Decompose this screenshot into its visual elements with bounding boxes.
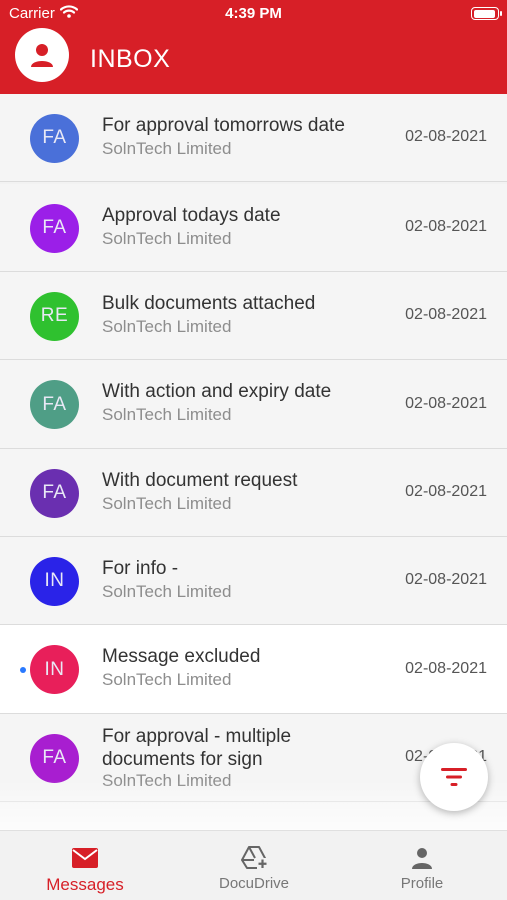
drive-add-icon — [241, 846, 268, 869]
sender-avatar: FA — [30, 203, 79, 253]
message-sender: SolnTech Limited — [102, 229, 232, 248]
message-row[interactable]: FA Approval todays date SolnTech Limited 02… — [0, 184, 507, 272]
tab-bar: Messages DocuDrive Profile — [0, 830, 507, 900]
message-sender: SolnTech Limited — [102, 317, 232, 336]
mail-icon — [72, 848, 98, 868]
status-bar: Carrier 4:39 PM — [0, 0, 507, 28]
message-sender: SolnTech Limited — [102, 582, 232, 601]
sender-avatar: FA — [30, 733, 79, 783]
message-date: 02-08-2021 — [405, 571, 487, 588]
message-sender: SolnTech Limited — [102, 771, 232, 790]
message-row[interactable]: FA With action and expiry date SolnTech Li… — [0, 360, 507, 449]
tab-docudrive-label: DocuDrive — [218, 875, 290, 892]
filter-icon — [441, 768, 467, 786]
message-title: For approval - multiple documents for si… — [102, 726, 292, 770]
message-date: 02-08-2021 — [405, 218, 487, 235]
sender-avatar: FA — [30, 113, 79, 163]
message-title: For info - — [102, 558, 179, 579]
tab-messages-label: Messages — [46, 875, 124, 894]
message-title: With action and expiry date — [102, 381, 332, 402]
message-title: For approval tomorrows date — [102, 115, 345, 136]
message-sender: SolnTech Limited — [102, 670, 232, 689]
message-date: 02-08-2021 — [405, 659, 487, 677]
sender-avatar: FA — [30, 380, 79, 429]
app-header: INBOX — [0, 28, 507, 94]
message-date: 02-08-2021 — [405, 128, 487, 145]
message-sender: SolnTech Limited — [102, 139, 232, 158]
battery-icon — [471, 7, 502, 20]
message-title: With document request — [102, 470, 298, 491]
message-date: 02-08-2021 — [405, 483, 487, 500]
page-title: INBOX — [90, 45, 171, 73]
person-icon — [31, 44, 53, 67]
status-time: 4:39 PM — [225, 5, 282, 22]
message-row[interactable]: FA For approval tomorrows date SolnTech Li… — [0, 94, 507, 182]
message-list[interactable]: FA For approval tomorrows date SolnTech Li… — [0, 94, 507, 830]
person-icon — [412, 848, 432, 869]
message-title: Message excluded — [102, 646, 261, 667]
sender-avatar: IN — [30, 556, 79, 606]
sender-avatar: RE — [30, 291, 79, 341]
profile-avatar-button[interactable] — [15, 28, 69, 82]
message-date: 02-08-2021 — [405, 394, 487, 412]
tab-profile-label: Profile — [400, 875, 444, 892]
message-sender: SolnTech Limited — [102, 405, 232, 424]
message-row[interactable]: FAFor approval - with sign — [0, 802, 507, 830]
message-title: Bulk documents attached — [102, 293, 316, 314]
message-title: Approval todays date — [102, 205, 281, 226]
tab-docudrive[interactable]: DocuDrive — [184, 843, 324, 892]
sender-avatar: FA — [30, 468, 79, 518]
message-sender: SolnTech Limited — [102, 494, 232, 513]
tab-profile[interactable]: Profile — [352, 843, 492, 892]
filter-button[interactable] — [420, 743, 488, 811]
message-row[interactable]: FA With document request SolnTech Limited 0… — [0, 449, 507, 537]
message-date: 02-08-2021 — [405, 306, 487, 323]
sender-avatar: IN — [30, 645, 79, 694]
message-row[interactable]: IN Message excluded SolnTech Limited 02-08-… — [0, 625, 507, 714]
message-row[interactable]: IN For info - SolnTech Limited 02-08-2021 — [0, 537, 507, 625]
message-row[interactable]: RE Bulk documents attached SolnTech Limite… — [0, 272, 507, 360]
unread-indicator — [20, 666, 26, 673]
tab-messages[interactable]: Messages — [15, 843, 155, 895]
